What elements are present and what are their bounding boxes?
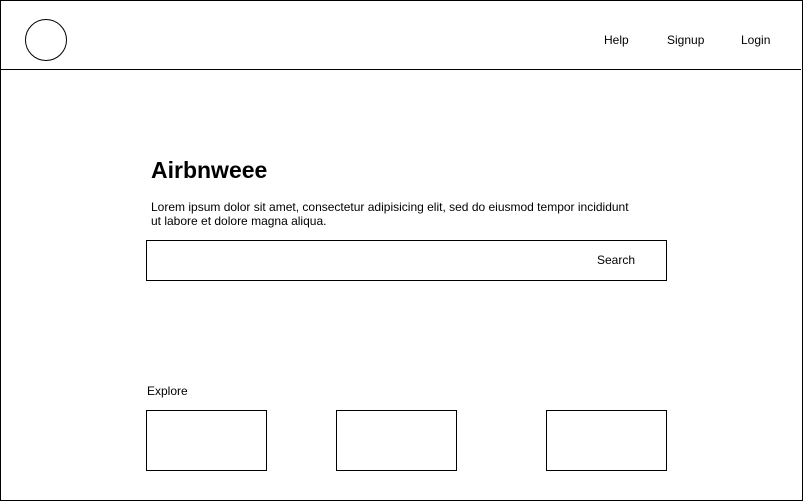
search-button[interactable]: Search: [597, 253, 635, 267]
nav-signup-link[interactable]: Signup: [667, 33, 704, 47]
page-title: Airbnweee: [151, 157, 268, 183]
explore-card-2[interactable]: [336, 410, 457, 471]
explore-card-3[interactable]: [546, 410, 667, 471]
logo-circle[interactable]: [25, 19, 67, 61]
header-bar: Help Signup Login: [0, 0, 801, 70]
search-input[interactable]: [146, 240, 667, 281]
hero-description: Lorem ipsum dolor sit amet, consectetur …: [151, 200, 629, 228]
explore-card-1[interactable]: [146, 410, 267, 471]
nav-login-link[interactable]: Login: [741, 33, 770, 47]
nav-help-link[interactable]: Help: [604, 33, 629, 47]
explore-heading: Explore: [147, 384, 188, 398]
